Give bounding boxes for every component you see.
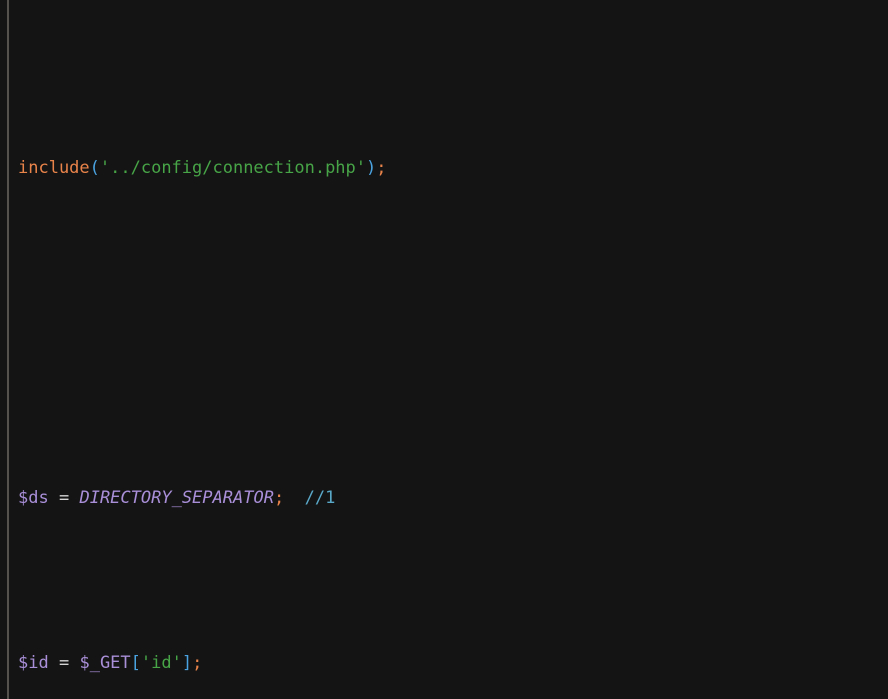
code-line-1[interactable]: include('../config/connection.php'); [0, 152, 888, 185]
code-line-2-blank[interactable] [0, 317, 888, 350]
token-string-id-key: 'id' [140, 653, 182, 673]
token-var-id: $id [18, 653, 49, 673]
token-string-path: '../config/connection.php' [99, 158, 367, 178]
code-editor[interactable]: include('../config/connection.php'); $ds… [0, 0, 888, 699]
token-assign: = [58, 653, 70, 673]
token-close-bracket: ] [181, 653, 193, 673]
token-close-paren: ) [366, 158, 377, 178]
code-line-3[interactable]: $ds = DIRECTORY_SEPARATOR; //1 [0, 482, 888, 515]
token-semicolon: ; [192, 653, 203, 673]
token-superglobal-get: $_GET [79, 653, 131, 673]
code-content[interactable]: include('../config/connection.php'); $ds… [0, 0, 888, 699]
token-open-paren: ( [89, 158, 100, 178]
token-keyword-include: include [18, 158, 90, 178]
token-var-ds: $ds [18, 488, 49, 508]
token-semicolon: ; [376, 158, 387, 178]
indent-guide-rule [7, 0, 9, 699]
code-line-4[interactable]: $id = $_GET['id']; [0, 647, 888, 680]
token-comment-1: //1 [304, 488, 336, 508]
token-semicolon: ; [273, 488, 285, 508]
token-open-bracket: [ [130, 653, 141, 673]
token-const-directory-separator: DIRECTORY_SEPARATOR [79, 488, 274, 508]
token-assign: = [58, 488, 70, 508]
